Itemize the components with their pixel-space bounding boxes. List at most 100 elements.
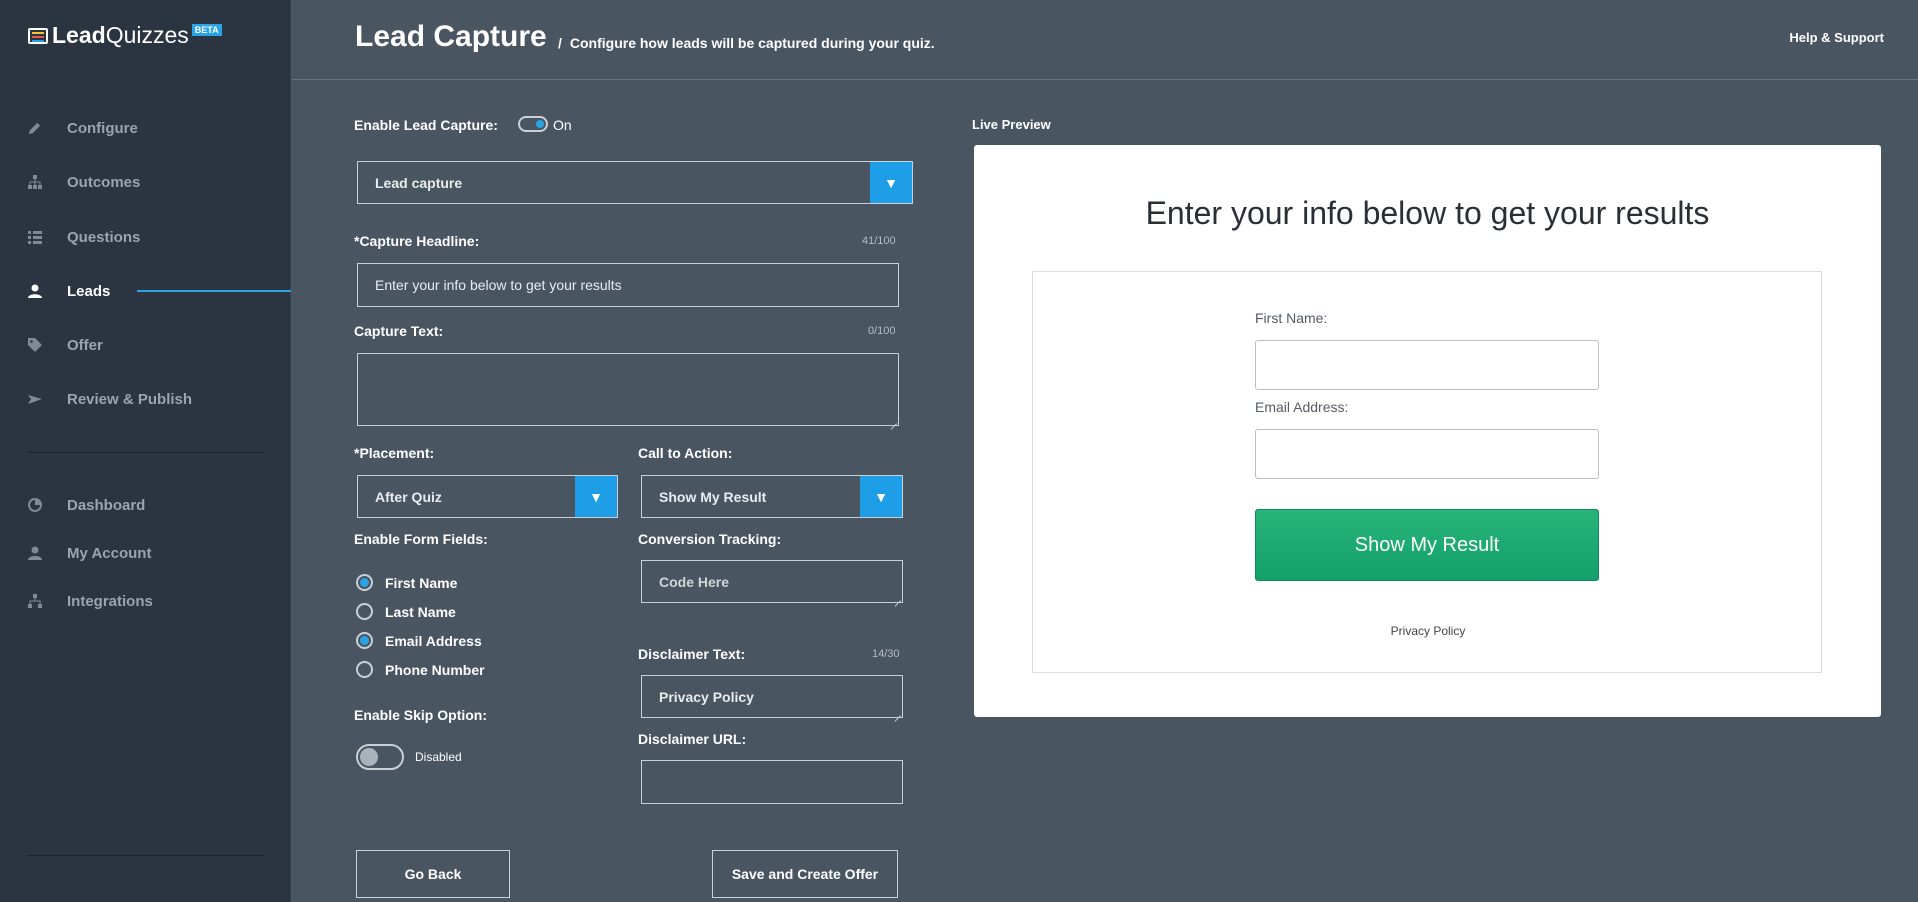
capture-headline-value: Enter your info below to get your result…: [375, 277, 622, 293]
toggle-knob: [360, 748, 378, 766]
placement-label: *Placement:: [354, 445, 435, 461]
page-title: Lead Capture: [355, 20, 547, 53]
page-subtitle: / Configure how leads will be captured du…: [558, 35, 935, 51]
sitemap-icon: [26, 174, 43, 191]
disclaimer-text-label: Disclaimer Text:: [638, 646, 746, 662]
radio-checked-icon: [356, 574, 373, 591]
sidebar-item-label: Integrations: [67, 592, 153, 610]
capture-headline-counter: 41/100: [862, 235, 896, 247]
sidebar-item-label: Leads: [67, 282, 111, 300]
chevron-down-icon: ▼: [860, 476, 902, 517]
preview-first-name-label: First Name:: [1255, 310, 1328, 326]
sidebar-divider: [27, 452, 264, 453]
page-subtitle-text: Configure how leads will be captured dur…: [569, 35, 935, 51]
network-icon: [26, 593, 43, 610]
capture-headline-label: *Capture Headline:: [354, 233, 480, 249]
sidebar-item-review-publish[interactable]: Review & Publish: [0, 384, 291, 414]
form-fields-label: Enable Form Fields:: [354, 531, 488, 547]
form-field-label: Last Name: [385, 603, 456, 620]
preview-form-box: First Name: Email Address: Show My Resul…: [1032, 271, 1822, 673]
preview-email-input[interactable]: [1255, 429, 1599, 479]
sidebar-item-offer[interactable]: Offer: [0, 330, 291, 360]
save-and-create-offer-button[interactable]: Save and Create Offer: [712, 850, 898, 898]
sidebar-item-label: My Account: [67, 544, 152, 562]
preview-show-result-button[interactable]: Show My Result: [1255, 509, 1599, 581]
disclaimer-url-input[interactable]: [641, 760, 903, 804]
title-separator: /: [558, 35, 562, 51]
sidebar-item-outcomes[interactable]: Outcomes: [0, 167, 291, 197]
send-icon: [26, 391, 43, 408]
resize-grip-icon[interactable]: [893, 708, 901, 716]
chevron-down-icon: ▼: [870, 162, 912, 203]
tag-icon: [26, 337, 43, 354]
form-field-label: Email Address: [385, 632, 482, 649]
sidebar-item-label: Questions: [67, 228, 141, 246]
list-icon: [26, 229, 43, 246]
disclaimer-text-value: Privacy Policy: [659, 688, 754, 705]
beta-badge: BETA: [191, 24, 222, 36]
conversion-tracking-placeholder: Code Here: [659, 573, 730, 590]
disclaimer-text-textarea[interactable]: Privacy Policy: [641, 675, 903, 718]
conversion-tracking-textarea[interactable]: Code Here: [641, 560, 903, 603]
call-to-action-select[interactable]: Show My Result ▼: [641, 475, 903, 518]
resize-grip-icon[interactable]: [893, 593, 901, 601]
capture-text-label: Capture Text:: [354, 323, 444, 339]
sidebar-item-questions[interactable]: Questions: [0, 222, 291, 252]
capture-headline-input[interactable]: Enter your info below to get your result…: [357, 263, 899, 307]
chevron-down-icon: ▼: [575, 476, 617, 517]
call-to-action-value: Show My Result: [659, 488, 767, 505]
sidebar-item-label: Dashboard: [67, 496, 146, 514]
placement-value: After Quiz: [375, 488, 442, 505]
radio-unchecked-icon: [356, 603, 373, 620]
person-icon: [26, 545, 43, 562]
preview-privacy-link[interactable]: Privacy Policy: [1033, 624, 1823, 638]
toggle-knob: [536, 120, 544, 128]
pencil-icon: [26, 120, 43, 137]
preview-email-label: Email Address:: [1255, 399, 1349, 415]
sidebar-item-integrations[interactable]: Integrations: [0, 586, 291, 616]
preview-first-name-input[interactable]: [1255, 340, 1599, 390]
form-field-last-name[interactable]: Last Name: [356, 603, 456, 620]
pie-chart-icon: [26, 497, 43, 514]
capture-text-counter: 0/100: [868, 325, 896, 337]
live-preview-card: Enter your info below to get your result…: [974, 145, 1881, 717]
enable-lead-capture-toggle[interactable]: [518, 116, 548, 132]
logo-icon: [28, 27, 48, 44]
resize-grip-icon[interactable]: [889, 416, 897, 424]
skip-option-state: Disabled: [415, 750, 462, 764]
capture-type-select[interactable]: Lead capture ▼: [357, 161, 913, 204]
conversion-tracking-label: Conversion Tracking:: [638, 531, 782, 547]
user-icon: [26, 283, 43, 300]
form-field-email[interactable]: Email Address: [356, 632, 482, 649]
page-header: Lead Capture / Configure how leads will b…: [292, 0, 1918, 80]
form-field-phone[interactable]: Phone Number: [356, 661, 485, 678]
app-logo[interactable]: Lead Quizzes BETA: [28, 22, 222, 49]
sidebar-item-my-account[interactable]: My Account: [0, 538, 291, 568]
enable-lead-capture-label: Enable Lead Capture:: [354, 117, 498, 133]
enable-lead-capture-state: On: [553, 117, 572, 133]
form-field-label: Phone Number: [385, 661, 485, 678]
sidebar-item-label: Configure: [67, 119, 138, 137]
logo-text-quizzes: Quizzes: [105, 22, 189, 48]
logo-text-lead: Lead: [52, 22, 106, 48]
capture-text-textarea[interactable]: [357, 353, 899, 426]
sidebar-item-label: Review & Publish: [67, 390, 193, 408]
preview-headline: Enter your info below to get your result…: [1145, 195, 1710, 231]
sidebar-item-configure[interactable]: Configure: [0, 113, 291, 143]
radio-checked-icon: [356, 632, 373, 649]
radio-unchecked-icon: [356, 661, 373, 678]
disclaimer-text-counter: 14/30: [872, 648, 900, 660]
placement-select[interactable]: After Quiz ▼: [357, 475, 618, 518]
sidebar: Lead Quizzes BETA Configure Outcomes Que…: [0, 0, 291, 902]
form-field-first-name[interactable]: First Name: [356, 574, 457, 591]
skip-option-toggle[interactable]: [356, 744, 404, 770]
sidebar-item-label: Offer: [67, 336, 103, 354]
sidebar-item-label: Outcomes: [67, 173, 141, 191]
active-indicator: [137, 290, 291, 292]
disclaimer-url-label: Disclaimer URL:: [638, 731, 747, 747]
help-support-link[interactable]: Help & Support: [1789, 30, 1884, 45]
sidebar-item-dashboard[interactable]: Dashboard: [0, 490, 291, 520]
call-to-action-label: Call to Action:: [638, 445, 733, 461]
go-back-button[interactable]: Go Back: [356, 850, 510, 898]
form-field-label: First Name: [385, 574, 458, 591]
